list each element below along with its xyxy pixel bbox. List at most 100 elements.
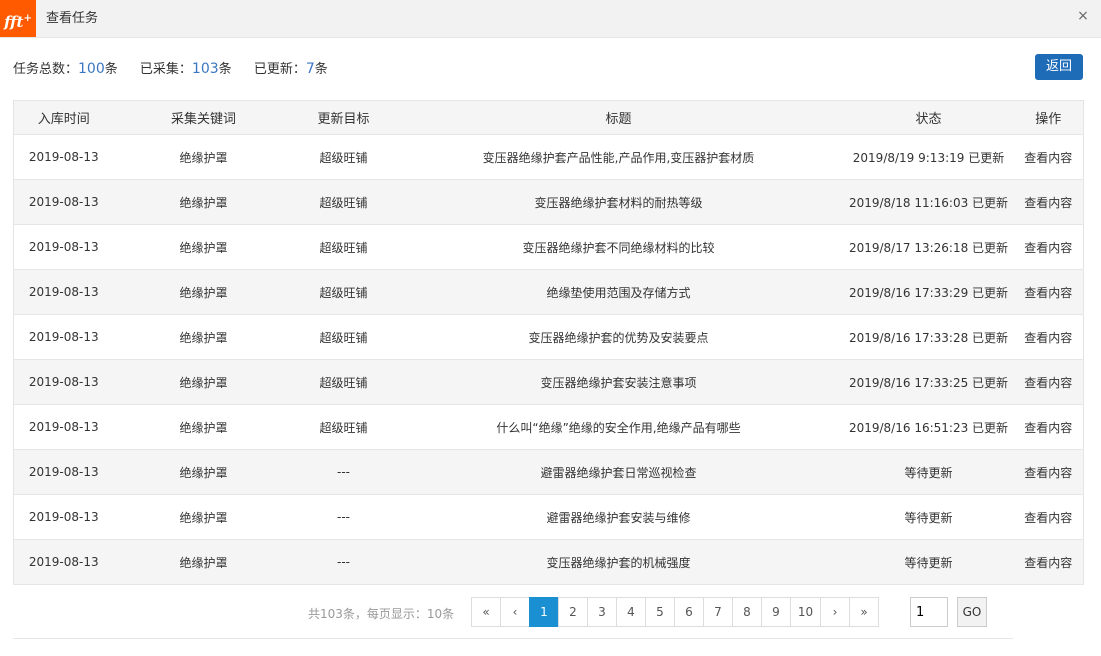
cell-keyword[interactable]: 绝缘护罩 [113,539,294,585]
table-row: 2019-08-13 绝缘护罩 --- 变压器绝缘护套的机械强度 等待更新 查看内容 [13,539,1084,585]
col-header-action: 操作 [1013,100,1084,135]
table-row: 2019-08-13 绝缘护罩 超级旺铺 绝缘垫使用范围及存储方式 2019/8/16 … [13,269,1084,315]
cell-date: 2019-08-13 [13,314,114,360]
stat-total-unit: 条 [104,62,118,77]
cell-target: 超级旺铺 [293,179,394,225]
stat-collected-label: 已采集： [139,62,192,77]
page-button-4[interactable]: 4 [616,597,646,627]
page-button-9[interactable]: 9 [761,597,791,627]
view-content-link[interactable]: 查看内容 [1013,314,1084,360]
table-row: 2019-08-13 绝缘护罩 超级旺铺 变压器绝缘护套不同绝缘材料的比较 2019/8… [13,224,1084,270]
view-content-link[interactable]: 查看内容 [1013,539,1084,585]
prev-page-button[interactable]: ‹ [500,597,530,627]
cell-date: 2019-08-13 [13,404,114,450]
cell-target: 超级旺铺 [293,314,394,360]
cell-keyword[interactable]: 绝缘护罩 [113,224,294,270]
back-button[interactable]: 返回 [1035,54,1083,80]
cell-status: 等待更新 [843,449,1014,495]
pagination: 共103条，每页显示：10条 «‹12345678910›» GO [13,585,1013,639]
cell-title: 什么叫“绝缘”绝缘的安全作用,绝缘产品有哪些 [393,404,844,450]
page-button-5[interactable]: 5 [645,597,675,627]
cell-title: 变压器绝缘护套安装注意事项 [393,359,844,405]
stat-collected-unit: 条 [218,62,232,77]
cell-keyword[interactable]: 绝缘护罩 [113,359,294,405]
view-content-link[interactable]: 查看内容 [1013,179,1084,225]
cell-keyword[interactable]: 绝缘护罩 [113,314,294,360]
table-row: 2019-08-13 绝缘护罩 超级旺铺 什么叫“绝缘”绝缘的安全作用,绝缘产品有哪些… [13,404,1084,450]
task-table: 入库时间 采集关键词 更新目标 标题 状态 操作 2019-08-13 绝缘护罩超… [13,100,1084,585]
stat-updated-label: 已更新： [253,62,306,77]
stat-total-label: 任务总数： [13,62,79,77]
view-content-link[interactable]: 查看内容 [1013,494,1084,540]
table-row: 2019-08-13 绝缘护罩 超级旺铺 变压器绝缘护套的优势及安装要点 2019/8/… [13,314,1084,360]
col-header-date: 入库时间 [13,100,114,135]
view-content-link[interactable]: 查看内容 [1013,404,1084,450]
cell-keyword[interactable]: 绝缘护罩 [113,404,294,450]
stat-collected-value: 103 [191,61,219,77]
cell-status: 2019/8/16 17:33:29 已更新 [843,269,1014,315]
cell-status: 2019/8/19 9:13:19 已更新 [843,134,1014,180]
page-buttons: «‹ 1 2 3 4 5 6 7 8 9 10 ›» [471,597,879,627]
cell-status: 2019/8/17 13:26:18 已更新 [843,224,1014,270]
cell-title: 变压器绝缘护套的优势及安装要点 [393,314,844,360]
page-button-7[interactable]: 7 [703,597,733,627]
stat-total: 任务总数：100条 [13,61,118,77]
pagination-info: 共103条，每页显示：10条 [308,607,455,621]
page-button-2[interactable]: 2 [558,597,588,627]
stat-updated-unit: 条 [314,62,328,77]
view-content-link[interactable]: 查看内容 [1013,269,1084,315]
cell-target: --- [293,449,394,495]
cell-date: 2019-08-13 [13,359,114,405]
view-content-link[interactable]: 查看内容 [1013,224,1084,270]
cell-date: 2019-08-13 [13,449,114,495]
cell-date: 2019-08-13 [13,179,114,225]
cell-date: 2019-08-13 [13,134,114,180]
stat-updated: 已更新：7条 [253,61,328,77]
window-title: 查看任务 [46,11,99,26]
table-row: 2019-08-13 绝缘护罩 超级旺铺 变压器绝缘护套材料的耐热等级 2019/8/1… [13,179,1084,225]
last-page-button[interactable]: » [849,597,879,627]
cell-status: 等待更新 [843,494,1014,540]
table-row: 2019-08-13 绝缘护罩 --- 避雷器绝缘护套安装与维修 等待更新 查看内容 [13,494,1084,540]
cell-target: --- [293,539,394,585]
table-header-row: 入库时间 采集关键词 更新目标 标题 状态 操作 [13,100,1084,135]
cell-status: 2019/8/16 16:51:23 已更新 [843,404,1014,450]
cell-keyword[interactable]: 绝缘护罩 [113,134,294,180]
cell-status: 2019/8/16 17:33:25 已更新 [843,359,1014,405]
table-row: 2019-08-13 绝缘护罩 超级旺铺 变压器绝缘护套安装注意事项 2019/8/16… [13,359,1084,405]
view-content-link[interactable]: 查看内容 [1013,134,1084,180]
view-content-link[interactable]: 查看内容 [1013,359,1084,405]
cell-keyword[interactable]: 绝缘护罩 [113,494,294,540]
cell-keyword[interactable]: 绝缘护罩 [113,179,294,225]
col-header-title: 标题 [393,100,844,135]
cell-keyword[interactable]: 绝缘护罩 [113,269,294,315]
cell-title: 绝缘垫使用范围及存储方式 [393,269,844,315]
window-titlebar: fft+ 查看任务 × [0,0,1101,38]
cell-target: --- [293,494,394,540]
page-jump-input[interactable] [910,597,948,627]
view-content-link[interactable]: 查看内容 [1013,449,1084,495]
cell-target: 超级旺铺 [293,269,394,315]
close-icon[interactable]: × [1075,7,1091,25]
logo-text: fft [4,13,24,31]
cell-status: 2019/8/18 11:16:03 已更新 [843,179,1014,225]
cell-target: 超级旺铺 [293,404,394,450]
cell-title: 避雷器绝缘护套日常巡视检查 [393,449,844,495]
cell-status: 等待更新 [843,539,1014,585]
page-button-8[interactable]: 8 [732,597,762,627]
next-page-button[interactable]: › [820,597,850,627]
page-button-10[interactable]: 10 [790,597,821,627]
go-button[interactable]: GO [957,597,987,627]
table-row: 2019-08-13 绝缘护罩 超级旺铺 变压器绝缘护套产品性能,产品作用,变压器护套… [13,134,1084,180]
cell-keyword[interactable]: 绝缘护罩 [113,449,294,495]
page-button-1[interactable]: 1 [529,597,559,627]
cell-target: 超级旺铺 [293,224,394,270]
page-button-3[interactable]: 3 [587,597,617,627]
logo-plus: + [23,13,32,24]
table-row: 2019-08-13 绝缘护罩 --- 避雷器绝缘护套日常巡视检查 等待更新 查看内容 [13,449,1084,495]
cell-title: 变压器绝缘护套产品性能,产品作用,变压器护套材质 [393,134,844,180]
first-page-button[interactable]: « [471,597,501,627]
page-button-6[interactable]: 6 [674,597,704,627]
stat-total-value: 100 [78,61,105,77]
cell-title: 避雷器绝缘护套安装与维修 [393,494,844,540]
